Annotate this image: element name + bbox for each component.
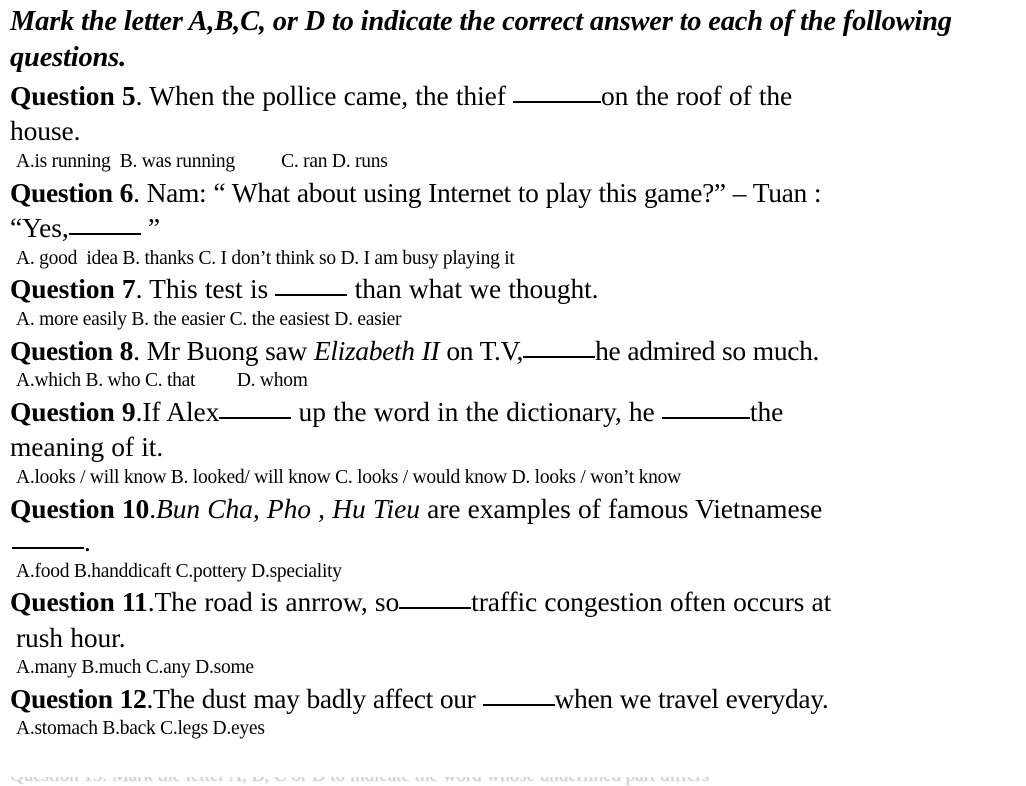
clipped-bottom-line: Question 13. Mark the letter A, B, C or … [10,777,1018,786]
question-9-blank-2[interactable] [661,400,750,419]
question-7-label: Question 7 [10,273,136,305]
question-12-options[interactable]: A.stomach B.back C.legs D.eyes [10,717,1018,741]
worksheet-body: Mark the letter A,B,C, or D to indicate … [0,0,1026,741]
question-11-stem-line2: rush hour. [16,621,126,653]
question-10-stem: Question 10.Bun Cha, Pho , Hu Tieu are e… [10,491,1018,526]
question-8-blank[interactable] [523,339,596,358]
question-7-options[interactable]: A. more easily B. the easier C. the easi… [10,308,1018,332]
question-12-text-before: .The dust may badly affect our [146,683,483,714]
question-11-options[interactable]: A.many B.much C.any D.some [10,656,1018,680]
question-10-text-before: . [149,492,156,524]
question-8-italic-phrase: Elizabeth II [313,334,440,366]
question-11-text-after: traffic congestion often occurs at [471,586,832,618]
question-10-label: Question 10 [10,492,150,524]
question-5-stem-line2: house. [10,115,81,147]
question-11-label: Question 11 [10,586,148,618]
question-5-options[interactable]: A.is running B. was running C. ran D. ru… [10,150,1018,174]
instruction-heading: Mark the letter A,B,C, or D to indicate … [10,6,952,74]
question-11-stem: Question 11.The road is anrrow, so traffi… [10,584,1018,619]
question-6-options[interactable]: A. good idea B. thanks C. I don’t think … [10,247,1018,271]
question-8-stem: Question 8. Mr Buong saw Elizabeth II on… [10,333,1018,368]
question-8-options[interactable]: A.which B. who C. that D. whom [10,369,1018,393]
question-10-blank-suffix: . [84,526,91,558]
question-5-text-before: . When the pollice came, the thief [135,79,514,111]
question-7-text-before: . This test is [135,273,276,305]
question-6-label: Question 6 [10,176,134,208]
question-12-label: Question 12 [10,683,147,714]
question-7-text-after: than what we thought. [347,273,599,305]
question-9-text-before: .If Alex [135,395,220,427]
question-11-text-before: .The road is anrrow, so [147,586,400,618]
question-9-blank-1[interactable] [219,400,292,419]
question-6-stem-line2: “Yes, ” [10,210,1018,245]
question-5-text-after: on the roof of the [601,79,793,111]
question-9-options[interactable]: A.looks / will know B. looked/ will know… [10,466,1018,490]
worksheet-page: Mark the letter A,B,C, or D to indicate … [0,0,1026,786]
question-6-text-line2-before: “Yes, [10,212,69,244]
question-9-text-middle: up the word in the dictionary, he [291,395,662,427]
question-10-options[interactable]: A.food B.handdicaft C.pottery D.speciali… [10,560,1018,584]
question-12-text-after: when we travel everyday. [554,683,829,714]
question-9-text-after: the [749,395,784,427]
question-12-blank[interactable] [482,687,555,706]
question-9-label: Question 9 [10,395,136,427]
question-8-text-after: he admired so much. [595,334,820,366]
question-8-text-before: . Mr Buong saw [133,334,314,366]
question-6-stem: Question 6. Nam: “ What about using Inte… [10,175,1018,210]
question-5-label: Question 5 [10,79,136,111]
question-6-text-line2-after: ” [140,212,160,244]
question-9-stem-line2: meaning of it. [10,431,164,463]
clipped-bottom-line-text: Question 13. Mark the letter A, B, C or … [10,777,1018,786]
question-7-blank[interactable] [275,277,348,297]
question-10-italic-phrase: Bun Cha, Pho , Hu Tieu [156,492,420,524]
question-6-text-before: . Nam: “ What about using Internet to pl… [133,176,822,208]
question-5-blank[interactable] [513,84,602,103]
question-8-label: Question 8 [10,334,134,366]
question-6-blank[interactable] [68,216,141,236]
question-10-blank-line: . [10,526,1018,558]
question-11-blank[interactable] [399,590,472,610]
question-8-text-middle: on T.V, [439,334,524,366]
question-10-blank[interactable] [12,530,84,550]
question-10-text-after: are examples of famous Vietnamese [419,492,823,524]
question-12-stem: Question 12.The dust may badly affect ou… [10,681,1018,716]
question-5-stem: Question 5. When the pollice came, the t… [10,78,1018,113]
question-9-stem: Question 9.If Alex up the word in the di… [10,394,1018,429]
question-7-stem: Question 7. This test is than what we th… [10,271,1018,306]
